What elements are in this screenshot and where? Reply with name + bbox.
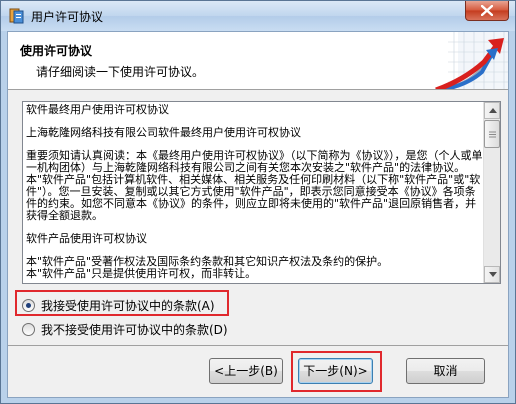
growth-arrow-graphic xyxy=(388,32,508,89)
accept-radio-button[interactable] xyxy=(22,299,35,312)
page-title: 使用许可协议 xyxy=(20,44,93,58)
license-paragraph: 软件最终用户使用许可权协议 xyxy=(26,104,169,116)
license-scrollbar[interactable] xyxy=(483,102,500,283)
scroll-up-arrow-icon xyxy=(489,108,497,113)
back-button[interactable]: <上一步(B) xyxy=(209,358,283,384)
window-title: 用户许可协议 xyxy=(31,10,104,24)
button-separator xyxy=(8,345,508,346)
close-icon xyxy=(481,5,493,16)
license-text-content: 软件最终用户使用许可权协议 上海乾隆网络科技有限公司软件最终用户使用许可权协议 … xyxy=(26,104,483,281)
decline-radio-option[interactable]: 我不接受使用许可协议中的条款(D) xyxy=(22,321,228,338)
dialog-client-area: 使用许可协议 请仔细阅读一下使用许可协议。 软件最终用户使用许可权协议 上海乾隆… xyxy=(7,31,509,398)
decline-radio-button[interactable] xyxy=(22,323,35,336)
page-subtitle: 请仔细阅读一下使用许可协议。 xyxy=(36,65,205,79)
accept-radio-option[interactable]: 我接受使用许可协议中的条款(A) xyxy=(22,297,215,314)
license-paragraph: 上海乾隆网络科技有限公司软件最终用户使用许可权协议 xyxy=(26,126,301,139)
scroll-down-button[interactable] xyxy=(484,266,500,283)
wizard-header: 使用许可协议 请仔细阅读一下使用许可协议。 xyxy=(8,32,508,90)
license-text-box[interactable]: 软件最终用户使用许可权协议 上海乾隆网络科技有限公司软件最终用户使用许可权协议 … xyxy=(22,101,501,284)
title-bar[interactable]: 用户许可协议 xyxy=(1,1,515,31)
license-paragraph: 重要须知请认真阅读：本《最终用户使用许可权协议》（以下简称为《协议》），是您（个… xyxy=(26,149,483,222)
license-paragraph: 软件产品使用许可权协议 xyxy=(26,232,147,245)
scroll-down-arrow-icon xyxy=(489,272,497,277)
next-button[interactable]: 下一步(N)> xyxy=(298,358,373,384)
close-button[interactable] xyxy=(465,1,509,21)
installer-app-icon xyxy=(9,8,24,24)
scroll-thumb[interactable] xyxy=(484,120,500,148)
scroll-up-button[interactable] xyxy=(484,102,500,119)
license-paragraph: 本"软件产品"只是提供使用许可权，而非转让。 xyxy=(26,267,257,280)
license-dialog-window: 用户许可协议 使用许可协议 请仔细阅读一下使用许可协议。 软件最终用户使用许可权… xyxy=(0,0,516,404)
decline-radio-label[interactable]: 我不接受使用许可协议中的条款(D) xyxy=(41,321,228,338)
scroll-grip-icon xyxy=(489,131,496,138)
accept-radio-label[interactable]: 我接受使用许可协议中的条款(A) xyxy=(41,297,215,314)
cancel-button[interactable]: 取消 xyxy=(406,358,485,384)
